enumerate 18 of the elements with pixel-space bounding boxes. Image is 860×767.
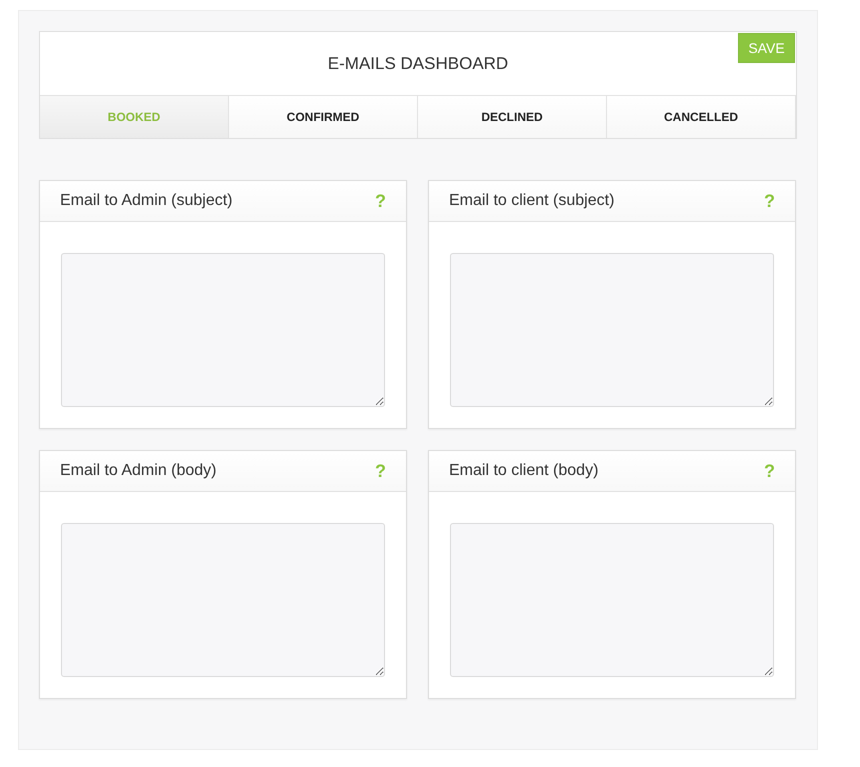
status-tab[interactable]: CANCELLED — [607, 96, 796, 138]
status-tab[interactable]: CONFIRMED — [229, 96, 418, 138]
status-tab[interactable]: BOOKED — [40, 96, 229, 138]
card-title: Email to client (subject) — [449, 192, 614, 210]
text-area[interactable] — [61, 523, 385, 677]
text-area[interactable] — [450, 253, 774, 407]
help-link[interactable]: ? — [764, 190, 775, 212]
card-title: Email to client (body) — [449, 462, 598, 480]
dashboard-title: E-MAILS DASHBOARD — [328, 54, 508, 74]
help-link[interactable]: ? — [764, 460, 775, 482]
help-link[interactable]: ? — [375, 460, 386, 482]
help-link[interactable]: ? — [375, 190, 386, 212]
text-area[interactable] — [61, 253, 385, 407]
status-tab[interactable]: DECLINED — [418, 96, 607, 138]
card-title: Email to Admin (subject) — [60, 192, 233, 210]
card-title: Email to Admin (body) — [60, 462, 217, 480]
text-area[interactable] — [450, 523, 774, 677]
save-button[interactable]: SAVE — [738, 33, 795, 63]
